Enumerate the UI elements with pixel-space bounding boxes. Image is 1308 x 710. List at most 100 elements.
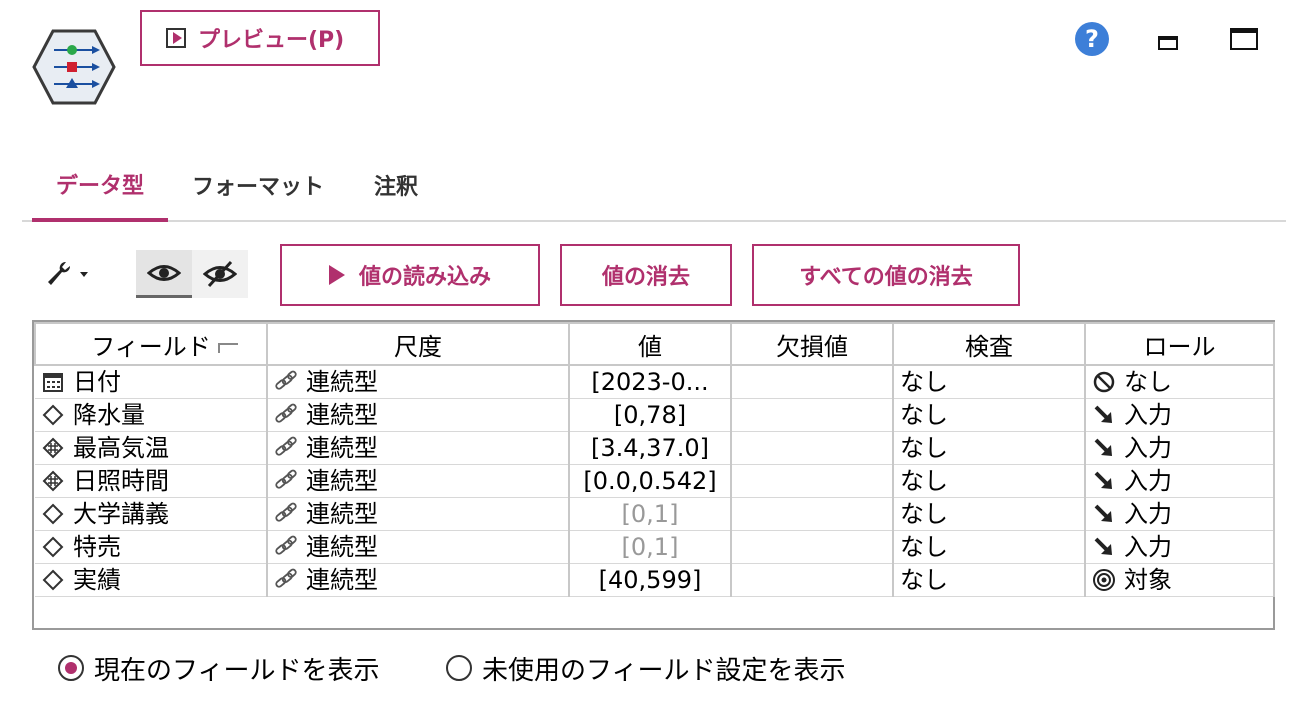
no-role-icon [1092, 370, 1116, 394]
minimize-icon[interactable] [1158, 36, 1178, 50]
sort-indicator-icon [218, 343, 238, 353]
column-header-missing[interactable]: 欠損値 [730, 322, 894, 366]
field-cell[interactable]: 実績 [35, 563, 268, 597]
preview-button[interactable]: プレビュー(P) [140, 10, 380, 66]
values-cell[interactable]: [0,1] [569, 497, 732, 531]
measure-cell[interactable]: 連続型 [267, 431, 570, 465]
values-cell[interactable]: [2023-0... [569, 365, 732, 399]
column-header-field[interactable]: フィールド [34, 322, 268, 366]
measure-value: 連続型 [306, 434, 378, 462]
values-cell[interactable]: [0,1] [569, 530, 732, 564]
role-value: 対象 [1124, 566, 1172, 594]
measure-cell[interactable]: 連続型 [267, 563, 570, 597]
role-cell[interactable]: 入力 [1085, 497, 1275, 531]
table-row[interactable]: 日付 連続型 [2023-0... なし なし [35, 365, 1275, 399]
tab-annotation[interactable]: 注釈 [362, 150, 430, 220]
input-arrow-icon [1092, 403, 1116, 427]
check-cell[interactable]: なし [893, 398, 1086, 432]
clear-all-values-button[interactable]: すべての値の消去 [752, 244, 1020, 306]
show-unused-fields-option[interactable]: 未使用のフィールド設定を表示 [446, 650, 845, 686]
table-row[interactable]: 特売 連続型 [0,1] なし 入力 [35, 530, 1275, 564]
read-values-button[interactable]: 値の読み込み [280, 244, 540, 306]
values-cell[interactable]: [0,78] [569, 398, 732, 432]
show-fields-toggle[interactable] [136, 250, 192, 298]
role-cell[interactable]: 対象 [1085, 563, 1275, 597]
calendar-icon [41, 370, 65, 394]
continuous-chain-icon [274, 436, 298, 460]
field-cell[interactable]: 日付 [35, 365, 268, 399]
diamond-icon [41, 535, 65, 559]
role-cell[interactable]: 入力 [1085, 431, 1275, 465]
hide-fields-toggle[interactable] [192, 250, 248, 298]
role-value: 入力 [1124, 500, 1172, 528]
missing-cell[interactable] [731, 563, 894, 597]
column-header-check[interactable]: 検査 [892, 322, 1086, 366]
values-cell[interactable]: [3.4,37.0] [569, 431, 732, 465]
measure-value: 連続型 [306, 500, 378, 528]
measure-cell[interactable]: 連続型 [267, 530, 570, 564]
missing-cell[interactable] [731, 464, 894, 498]
measure-value: 連続型 [306, 467, 378, 495]
continuous-chain-icon [274, 403, 298, 427]
continuous-chain-icon [274, 568, 298, 592]
preview-button-label: プレビュー(P) [198, 28, 345, 53]
tab-format[interactable]: フォーマット [178, 150, 338, 220]
field-name: 日照時間 [73, 467, 169, 495]
role-cell[interactable]: 入力 [1085, 464, 1275, 498]
measure-cell[interactable]: 連続型 [267, 464, 570, 498]
values-cell[interactable]: [40,599] [569, 563, 732, 597]
column-header-role[interactable]: ロール [1084, 322, 1275, 366]
missing-cell[interactable] [731, 365, 894, 399]
missing-cell[interactable] [731, 431, 894, 465]
check-cell[interactable]: なし [893, 431, 1086, 465]
role-cell[interactable]: 入力 [1085, 530, 1275, 564]
radio-selected-icon[interactable] [58, 655, 84, 681]
table-row[interactable]: 降水量 連続型 [0,78] なし 入力 [35, 398, 1275, 432]
field-cell[interactable]: 日照時間 [35, 464, 268, 498]
measure-cell[interactable]: 連続型 [267, 497, 570, 531]
wrench-dropdown-icon[interactable] [44, 258, 94, 288]
measure-value: 連続型 [306, 566, 378, 594]
input-arrow-icon [1092, 469, 1116, 493]
field-cell[interactable]: 降水量 [35, 398, 268, 432]
radio-unselected-icon[interactable] [446, 655, 472, 681]
tab-data-type[interactable]: データ型 [32, 150, 168, 222]
diamond-icon [41, 502, 65, 526]
role-cell[interactable]: 入力 [1085, 398, 1275, 432]
table-body: 日付 連続型 [2023-0... なし なし 降水量 連続型 [0,78] なし 入力 最高気温連… [35, 365, 1275, 597]
help-icon[interactable]: ? [1075, 22, 1109, 56]
check-cell[interactable]: なし [893, 464, 1086, 498]
field-cell[interactable]: 最高気温 [35, 431, 268, 465]
tab-bar: データ型 フォーマット 注釈 [22, 150, 1286, 222]
measure-cell[interactable]: 連続型 [267, 398, 570, 432]
column-header-measure[interactable]: 尺度 [266, 322, 570, 366]
check-cell[interactable]: なし [893, 365, 1086, 399]
field-name: 最高気温 [73, 434, 169, 462]
clear-values-button[interactable]: 値の消去 [560, 244, 732, 306]
field-cell[interactable]: 大学講義 [35, 497, 268, 531]
role-cell[interactable]: なし [1085, 365, 1275, 399]
table-row[interactable]: 実績 連続型 [40,599] なし 対象 [35, 563, 1275, 597]
eye-icon [147, 264, 181, 281]
field-cell[interactable]: 特売 [35, 530, 268, 564]
table-row[interactable]: 最高気温 連続型 [3.4,37.0] なし 入力 [35, 431, 1275, 465]
input-arrow-icon [1092, 502, 1116, 526]
missing-cell[interactable] [731, 530, 894, 564]
target-icon [1092, 568, 1116, 592]
show-current-fields-option[interactable]: 現在のフィールドを表示 [58, 650, 379, 686]
check-cell[interactable]: なし [893, 530, 1086, 564]
role-value: 入力 [1124, 401, 1172, 429]
values-cell[interactable]: [0.0,0.542] [569, 464, 732, 498]
check-cell[interactable]: なし [893, 497, 1086, 531]
missing-cell[interactable] [731, 398, 894, 432]
measure-cell[interactable]: 連続型 [267, 365, 570, 399]
check-cell[interactable]: なし [893, 563, 1086, 597]
table-row[interactable]: 大学講義 連続型 [0,1] なし 入力 [35, 497, 1275, 531]
diamond-icon [41, 403, 65, 427]
column-header-values[interactable]: 値 [568, 322, 732, 366]
missing-cell[interactable] [731, 497, 894, 531]
table-row[interactable]: 日照時間 連続型 [0.0,0.542] なし 入力 [35, 464, 1275, 498]
play-icon [328, 265, 345, 285]
diamond-hash-icon [41, 436, 65, 460]
maximize-icon[interactable] [1230, 28, 1258, 50]
